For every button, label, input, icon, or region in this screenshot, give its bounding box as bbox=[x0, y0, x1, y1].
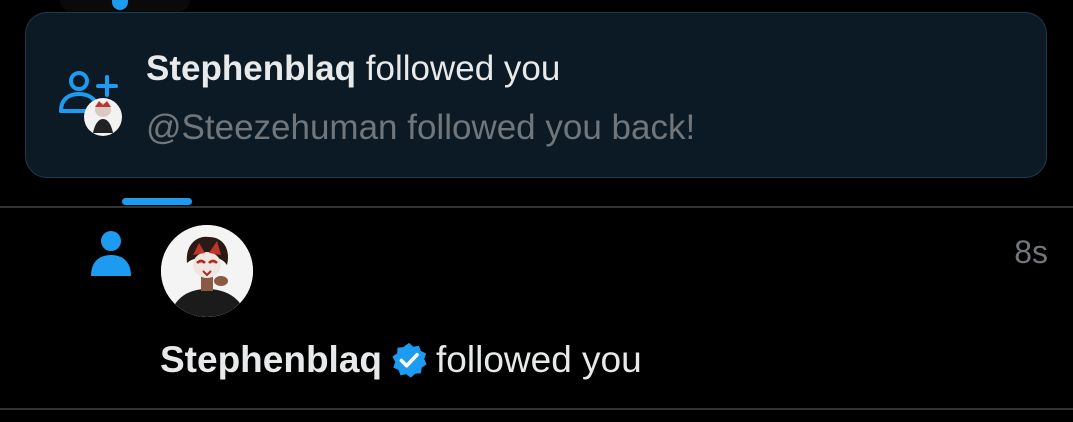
active-tab-indicator bbox=[122, 198, 192, 205]
toast-subtitle: @Steezehuman followed you back! bbox=[146, 108, 696, 147]
toast-username[interactable]: Stephenblaq bbox=[146, 49, 356, 88]
notification-action-text: followed you bbox=[436, 339, 642, 380]
notifications-screen: Stephenblaq followed you @Steezehuman fo… bbox=[0, 0, 1073, 422]
divider bbox=[0, 408, 1073, 410]
toast-avatar bbox=[84, 98, 122, 136]
toast-icon-group bbox=[57, 67, 125, 141]
toast-title: Stephenblaq followed you bbox=[146, 49, 560, 89]
follow-toast[interactable]: Stephenblaq followed you @Steezehuman fo… bbox=[25, 12, 1047, 178]
verified-badge-icon bbox=[392, 342, 427, 378]
toast-action-text: followed you bbox=[365, 49, 561, 88]
notification-time: 8s bbox=[1014, 234, 1048, 270]
notification-text: Stephenblaq followed you bbox=[160, 338, 642, 382]
avatar-image bbox=[161, 225, 253, 317]
notification-username[interactable]: Stephenblaq bbox=[160, 338, 382, 382]
avatar[interactable] bbox=[161, 225, 253, 317]
person-add-icon bbox=[59, 71, 122, 136]
divider bbox=[0, 206, 1073, 208]
person-icon bbox=[91, 231, 131, 276]
